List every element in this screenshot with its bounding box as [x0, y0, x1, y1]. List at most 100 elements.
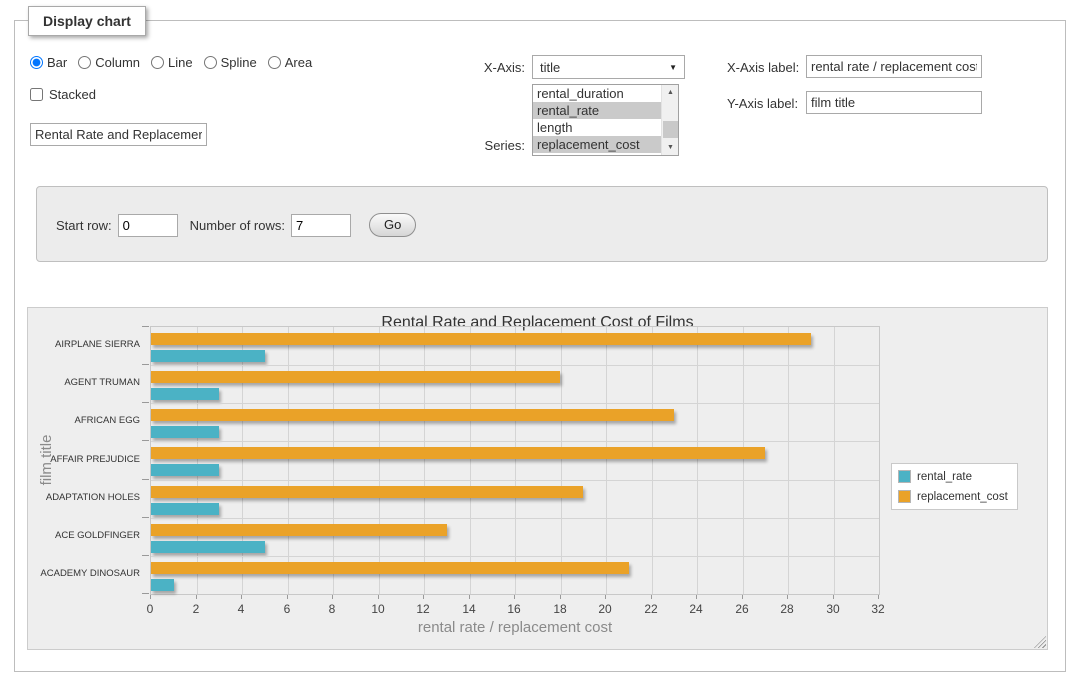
gridline-y-2	[151, 403, 879, 404]
radio-label-column: Column	[95, 55, 140, 70]
category-label-0: AIRPLANE SIERRA	[30, 339, 140, 351]
listbox-scrollbar[interactable]: ▲ ▼	[661, 85, 678, 155]
x-axis-select[interactable]: title ▼	[532, 55, 685, 79]
legend-item-replacement_cost: replacement_cost	[898, 490, 1008, 503]
category-label-3: AFFAIR PREJUDICE	[30, 454, 140, 466]
chart-title-input[interactable]	[30, 123, 207, 146]
bar-replacement_cost-6	[151, 562, 629, 574]
x-axis-select-label: X-Axis:	[455, 60, 525, 75]
radio-label-line: Line	[168, 55, 193, 70]
series-option-rental_rate[interactable]: rental_rate	[533, 102, 661, 119]
radio-bar[interactable]	[30, 56, 43, 69]
y-tick-mark-7	[142, 593, 149, 594]
chart-type-item-spline: Spline	[204, 55, 257, 70]
gridline-y-6	[151, 556, 879, 557]
bar-rental_rate-3	[151, 464, 219, 476]
start-row-label: Start row:	[56, 218, 112, 233]
radio-label-spline: Spline	[221, 55, 257, 70]
gridline-x-16	[515, 327, 516, 594]
num-rows-input[interactable]	[291, 214, 351, 237]
gridline-x-10	[379, 327, 380, 594]
resize-handle-icon[interactable]	[1034, 636, 1046, 648]
gridline-y-5	[151, 518, 879, 519]
bar-rental_rate-2	[151, 426, 219, 438]
fieldset-legend: Display chart	[28, 6, 146, 36]
y-tick-mark-6	[142, 555, 149, 556]
gridline-x-28	[788, 327, 789, 594]
x-tick-mark-4	[241, 595, 242, 599]
category-label-1: AGENT TRUMAN	[30, 377, 140, 389]
x-tick-label-6: 6	[270, 602, 304, 616]
chart-plot-area	[150, 326, 880, 595]
category-label-2: AFRICAN EGG	[30, 415, 140, 427]
radio-line[interactable]	[151, 56, 164, 69]
stacked-checkbox[interactable]	[30, 88, 43, 101]
x-tick-label-14: 14	[452, 602, 486, 616]
y-tick-mark-2	[142, 402, 149, 403]
gridline-x-20	[606, 327, 607, 594]
bar-rental_rate-1	[151, 388, 219, 400]
x-tick-mark-28	[787, 595, 788, 599]
x-tick-mark-26	[742, 595, 743, 599]
radio-label-area: Area	[285, 55, 312, 70]
x-tick-label-18: 18	[543, 602, 577, 616]
chart-legend: rental_rate replacement_cost	[891, 463, 1018, 510]
gridline-x-26	[743, 327, 744, 594]
series-options: rental_durationrental_ratelengthreplacem…	[533, 85, 661, 155]
x-tick-label-16: 16	[497, 602, 531, 616]
gridline-x-6	[288, 327, 289, 594]
bar-rental_rate-4	[151, 503, 219, 515]
x-tick-label-32: 32	[861, 602, 895, 616]
x-axis-label-input[interactable]	[806, 55, 982, 78]
gridline-y-4	[151, 480, 879, 481]
x-tick-mark-24	[696, 595, 697, 599]
scroll-up-icon[interactable]: ▲	[662, 85, 679, 100]
x-tick-mark-2	[196, 595, 197, 599]
gridline-x-18	[561, 327, 562, 594]
radio-spline[interactable]	[204, 56, 217, 69]
x-tick-label-28: 28	[770, 602, 804, 616]
series-option-replacement_cost[interactable]: replacement_cost	[533, 136, 661, 153]
gridline-y-3	[151, 441, 879, 442]
gridline-x-14	[470, 327, 471, 594]
legend-swatch-replacement_cost	[898, 490, 911, 503]
radio-area[interactable]	[268, 56, 281, 69]
rows-panel-row: Start row: Number of rows: Go	[56, 213, 416, 237]
gridline-x-30	[834, 327, 835, 594]
y-axis-label-input[interactable]	[806, 91, 982, 114]
radio-column[interactable]	[78, 56, 91, 69]
gridline-y-1	[151, 365, 879, 366]
legend-swatch-rental_rate	[898, 470, 911, 483]
bar-replacement_cost-3	[151, 447, 765, 459]
x-axis-label-caption: X-Axis label:	[727, 60, 799, 75]
x-tick-mark-32	[878, 595, 879, 599]
bar-rental_rate-0	[151, 350, 265, 362]
x-tick-label-26: 26	[725, 602, 759, 616]
series-option-rental_duration[interactable]: rental_duration	[533, 85, 661, 102]
scrollbar-thumb[interactable]	[663, 121, 678, 138]
bar-rental_rate-5	[151, 541, 265, 553]
page: Display chart BarColumnLineSplineArea St…	[0, 0, 1081, 681]
x-tick-mark-14	[469, 595, 470, 599]
series-listbox[interactable]: rental_durationrental_ratelengthreplacem…	[532, 84, 679, 156]
x-tick-label-0: 0	[133, 602, 167, 616]
x-axis-selected-value: title	[540, 60, 560, 75]
legend-label-rental_rate: rental_rate	[917, 471, 972, 483]
bar-replacement_cost-1	[151, 371, 560, 383]
scroll-down-icon[interactable]: ▼	[662, 140, 679, 155]
x-tick-mark-0	[150, 595, 151, 599]
go-button[interactable]: Go	[369, 213, 416, 237]
gridline-x-4	[242, 327, 243, 594]
start-row-input[interactable]	[118, 214, 178, 237]
x-tick-label-12: 12	[406, 602, 440, 616]
bar-replacement_cost-4	[151, 486, 583, 498]
chart-container: Rental Rate and Replacement Cost of Film…	[27, 307, 1048, 650]
x-tick-label-10: 10	[361, 602, 395, 616]
stacked-label: Stacked	[49, 87, 96, 102]
chart-type-item-area: Area	[268, 55, 312, 70]
y-tick-mark-4	[142, 479, 149, 480]
rows-panel: Start row: Number of rows: Go	[36, 186, 1048, 262]
gridline-x-22	[652, 327, 653, 594]
series-option-length[interactable]: length	[533, 119, 661, 136]
category-label-6: ACADEMY DINOSAUR	[30, 568, 140, 580]
